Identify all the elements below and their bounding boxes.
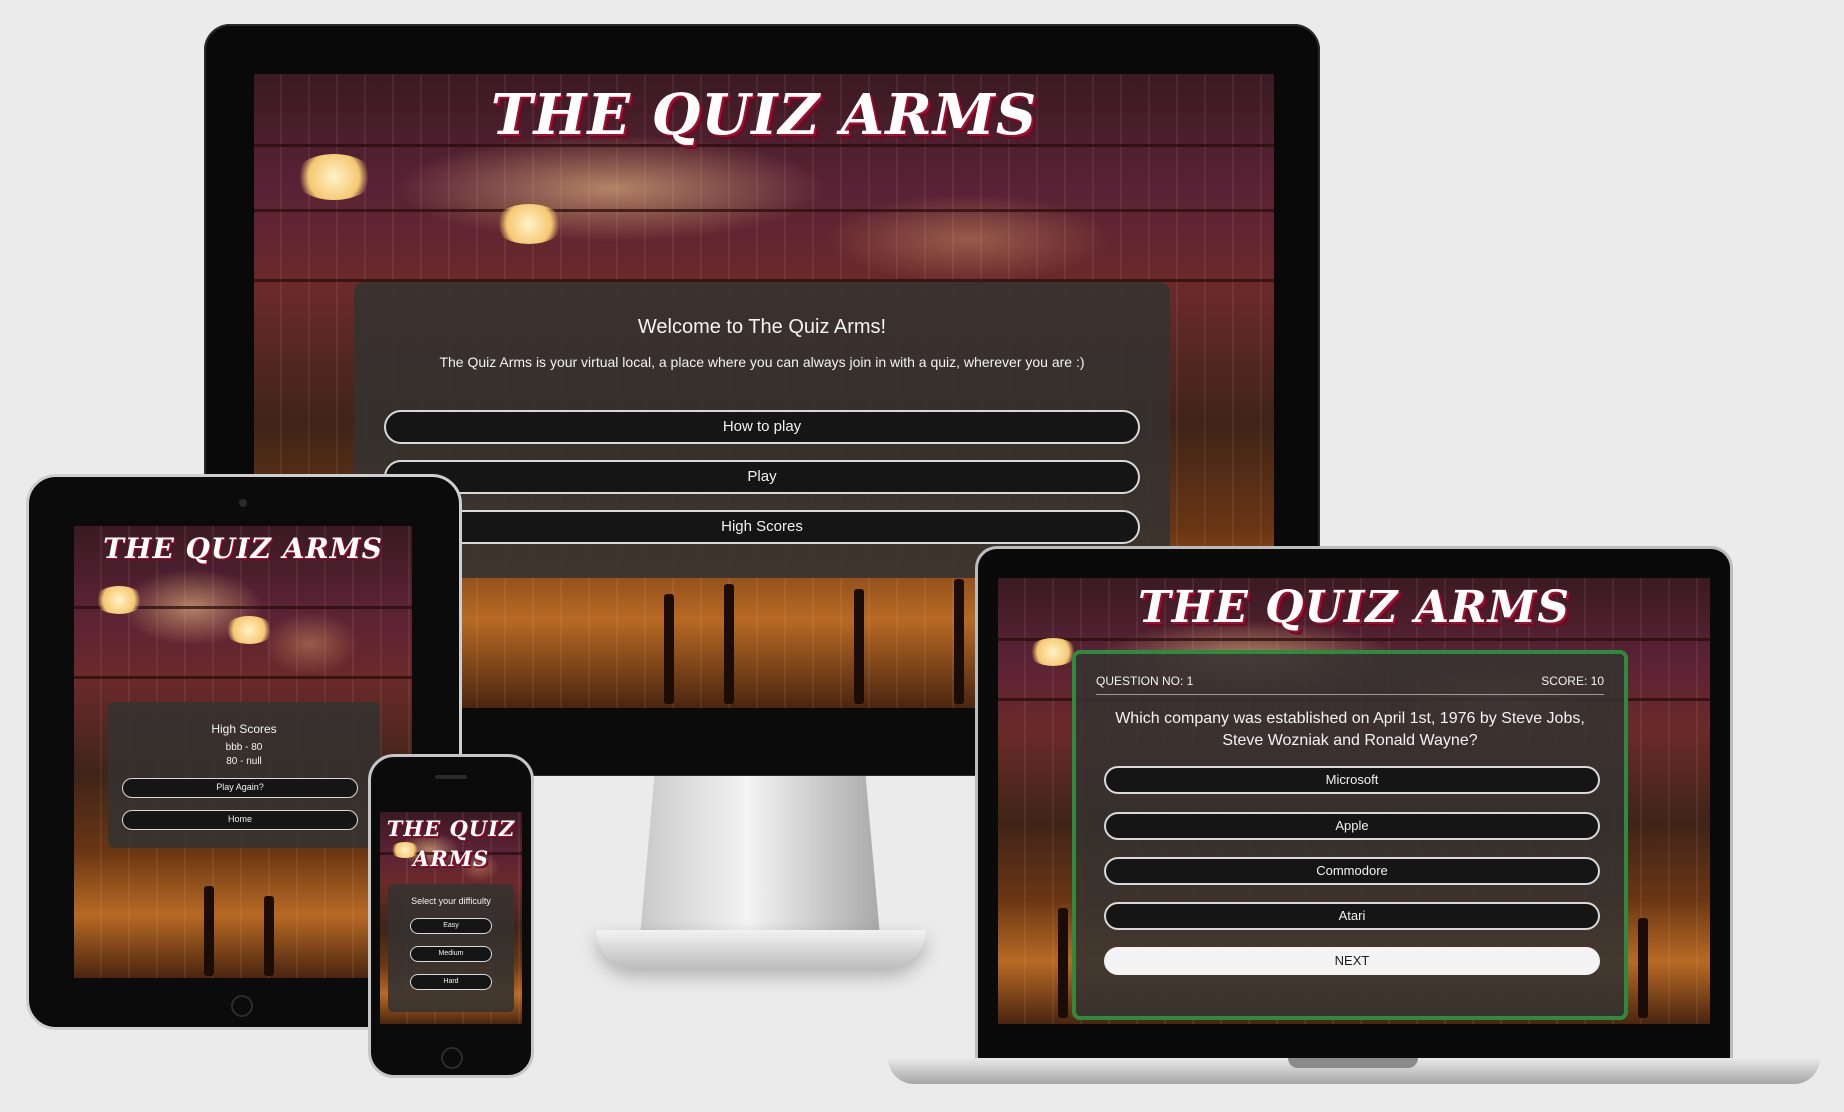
high-scores-button[interactable]: High Scores — [384, 510, 1140, 544]
app-title: THE QUIZ ARMS — [1137, 582, 1571, 633]
easy-button[interactable]: Easy — [410, 918, 492, 934]
app-title-line-1: THE QUIZ — [386, 816, 516, 841]
tablet-camera — [239, 499, 247, 507]
question-number: QUESTION NO: 1 — [1096, 674, 1194, 688]
welcome-panel: Welcome to The Quiz Arms! The Quiz Arms … — [354, 282, 1170, 578]
high-scores-heading: High Scores — [211, 722, 277, 736]
hard-button[interactable]: Hard — [410, 974, 492, 990]
score-entry: 80 - null — [226, 756, 262, 767]
home-button[interactable]: Home — [122, 810, 358, 830]
tablet-screen: THE QUIZ ARMS High Scores bbb - 80 80 - … — [74, 526, 412, 978]
tablet-home-button — [231, 995, 253, 1017]
answer-button-apple[interactable]: Apple — [1104, 812, 1600, 840]
quiz-panel: QUESTION NO: 1 SCORE: 10 Which company w… — [1072, 650, 1628, 1020]
difficulty-panel: Select your difficulty Easy Medium Hard — [388, 884, 514, 1012]
phone-screen: THE QUIZ ARMS Select your difficulty Eas… — [380, 812, 522, 1024]
app-title-line-2: ARMS — [412, 846, 490, 871]
phone-speaker — [435, 775, 467, 779]
app-title: THE QUIZ ARMS — [103, 532, 383, 565]
difficulty-prompt: Select your difficulty — [411, 896, 491, 906]
play-again-button[interactable]: Play Again? — [122, 778, 358, 798]
question-text: Which company was established on April 1… — [1115, 710, 1585, 749]
welcome-text: The Quiz Arms is your virtual local, a p… — [439, 354, 1085, 370]
laptop-screen: THE QUIZ ARMS QUESTION NO: 1 SCORE: 10 W… — [998, 578, 1710, 1024]
high-scores-panel: High Scores bbb - 80 80 - null Play Agai… — [108, 702, 380, 848]
next-button[interactable]: NEXT — [1104, 947, 1600, 975]
score-display: SCORE: 10 — [1541, 674, 1604, 688]
how-to-play-button[interactable]: How to play — [384, 410, 1140, 444]
laptop-notch — [1288, 1058, 1418, 1068]
answer-button-atari[interactable]: Atari — [1104, 902, 1600, 930]
answer-button-microsoft[interactable]: Microsoft — [1104, 766, 1600, 794]
monitor-stand-base — [596, 930, 926, 968]
answer-button-commodore[interactable]: Commodore — [1104, 857, 1600, 885]
medium-button[interactable]: Medium — [410, 946, 492, 962]
play-button[interactable]: Play — [384, 460, 1140, 494]
phone-home-button — [441, 1047, 463, 1069]
app-title: THE QUIZ ARMS — [490, 82, 1038, 148]
header-divider — [1096, 694, 1604, 695]
monitor-stand — [640, 776, 880, 936]
welcome-title: Welcome to The Quiz Arms! — [637, 316, 887, 338]
score-entry: bbb - 80 — [225, 742, 263, 753]
